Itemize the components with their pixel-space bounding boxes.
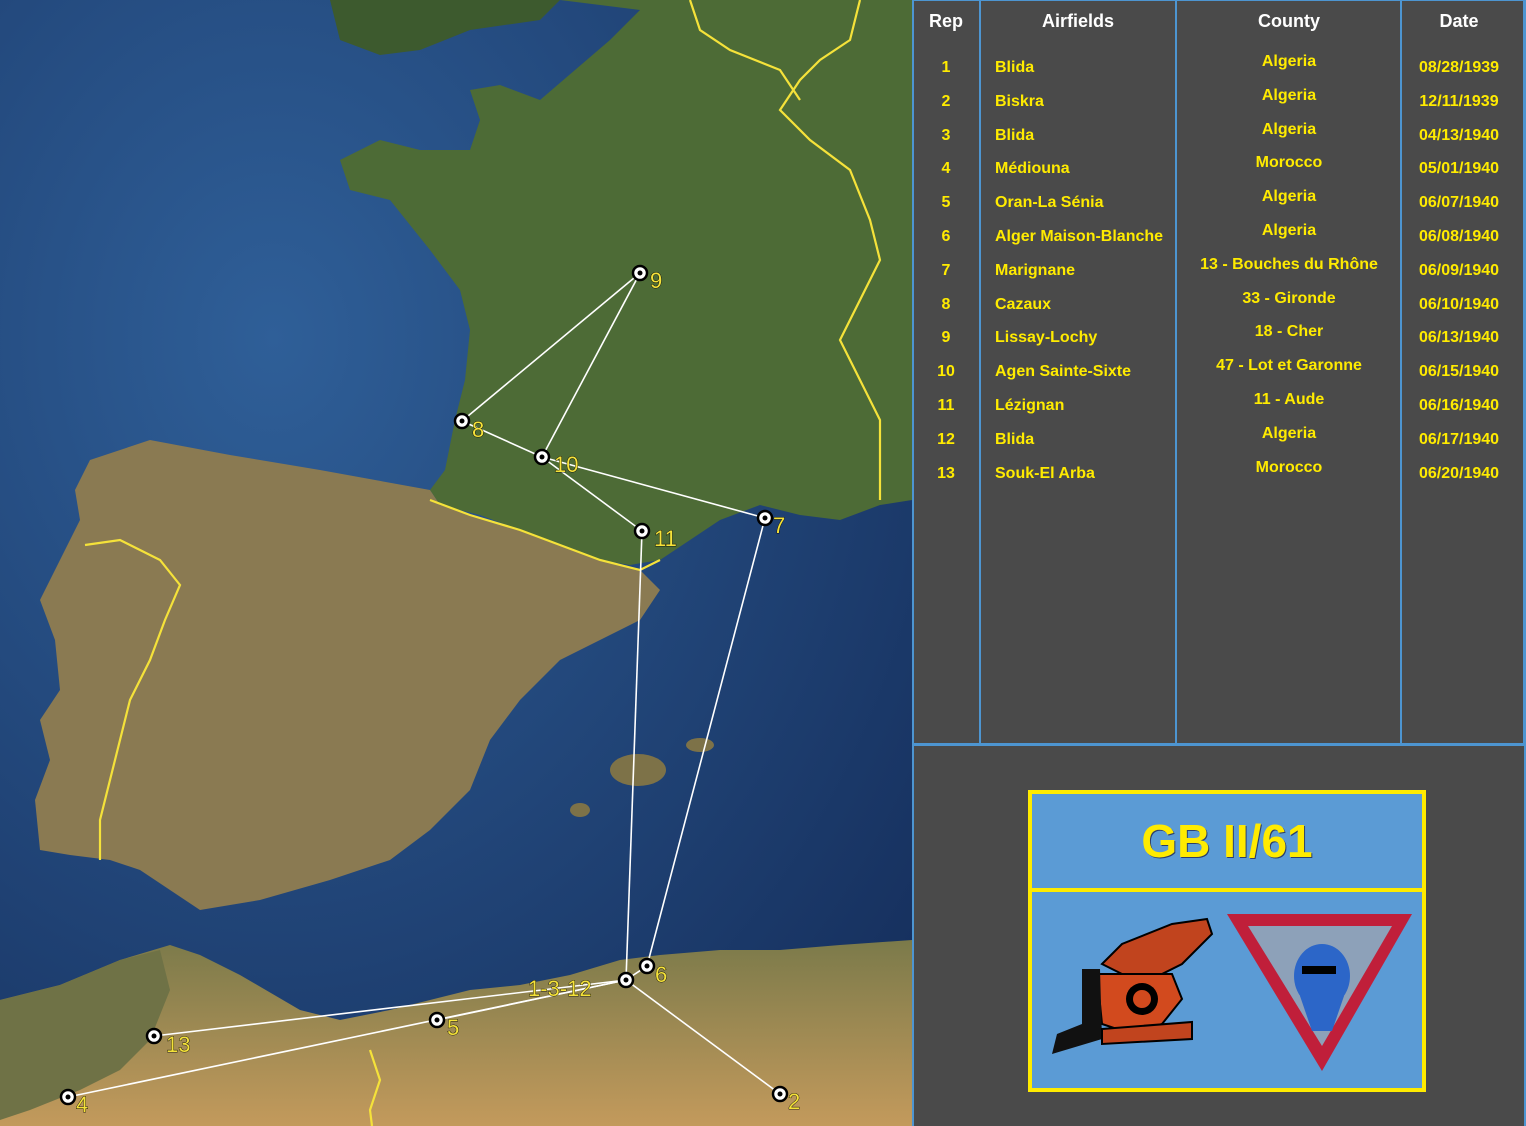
- row-airfield: Lissay-Lochy: [995, 329, 1098, 346]
- row-county: Algeria: [1261, 222, 1317, 239]
- unit-card: GB II/61: [1028, 790, 1426, 1092]
- row-date: 06/13/1940: [1418, 329, 1500, 346]
- row-rep: 11: [937, 397, 955, 414]
- satellite-map[interactable]: 9 8 10 11 7 6 1-3-12 5 13 4 2: [0, 0, 912, 1126]
- info-panel: Rep Airfields County Date 1 Blida Algeria 0…: [912, 0, 1526, 1126]
- unit-title: GB II/61: [1141, 815, 1313, 867]
- row-date: 05/01/1940: [1418, 160, 1500, 177]
- svg-text:8: 8: [472, 417, 484, 442]
- row-county: 13 - Bouches du Rhône: [1200, 256, 1378, 273]
- land-ibiza: [570, 803, 590, 817]
- row-date: 04/13/1940: [1418, 127, 1500, 144]
- row-county: 18 - Cher: [1254, 323, 1324, 340]
- row-county: 33 - Gironde: [1242, 290, 1336, 307]
- row-airfield: Biskra: [995, 93, 1044, 110]
- svg-text:4: 4: [76, 1092, 88, 1117]
- row-date: 12/11/1939: [1419, 93, 1499, 110]
- row-rep: 5: [941, 194, 951, 211]
- row-county: 11 - Aude: [1253, 391, 1325, 408]
- row-airfield: Oran-La Sénia: [995, 194, 1104, 211]
- row-airfield: Cazaux: [995, 296, 1052, 313]
- row-rep: 1: [941, 59, 951, 76]
- panel-border-left: [912, 0, 914, 1126]
- svg-text:2: 2: [788, 1089, 800, 1114]
- row-date: 08/28/1939: [1418, 59, 1500, 76]
- svg-text:6: 6: [655, 962, 667, 987]
- svg-text:13: 13: [166, 1032, 190, 1057]
- row-airfield: Blida: [995, 59, 1035, 76]
- row-airfield: Blida: [995, 127, 1035, 144]
- row-airfield: Agen Sainte-Sixte: [995, 363, 1132, 380]
- row-date: 06/17/1940: [1418, 431, 1500, 448]
- land-menorca: [686, 738, 714, 752]
- row-airfield: Marignane: [995, 262, 1076, 279]
- column-divider: [979, 1, 981, 745]
- row-rep: 4: [941, 160, 951, 177]
- card-divider: [1032, 888, 1422, 892]
- row-county: Algeria: [1261, 188, 1317, 205]
- svg-text:1-3-12: 1-3-12: [528, 976, 592, 1001]
- header-airfields: Airfields: [1041, 11, 1115, 31]
- svg-text:10: 10: [554, 452, 578, 477]
- row-date: 06/08/1940: [1418, 228, 1500, 245]
- row-date: 06/07/1940: [1418, 194, 1500, 211]
- row-airfield: Lézignan: [995, 397, 1065, 414]
- airfield-table: Rep Airfields County Date 1 Blida Algeria 0…: [912, 0, 1524, 745]
- row-rep: 6: [941, 228, 951, 245]
- land-mallorca: [610, 754, 666, 786]
- row-rep: 12: [937, 431, 955, 448]
- row-date: 06/10/1940: [1418, 296, 1500, 313]
- svg-text:5: 5: [447, 1015, 459, 1040]
- svg-text:7: 7: [773, 513, 785, 538]
- squadron-insignia-warrior-icon: [1052, 917, 1214, 1063]
- row-rep: 10: [937, 363, 955, 380]
- panel-divider: [912, 744, 1526, 746]
- row-county: Algeria: [1261, 425, 1317, 442]
- row-airfield: Alger Maison-Blanche: [995, 228, 1164, 245]
- squadron-insignia-triangle-icon: [1227, 914, 1412, 1071]
- row-rep: 8: [941, 296, 951, 313]
- header-county: County: [1258, 11, 1320, 31]
- row-county: Algeria: [1261, 121, 1317, 138]
- row-county: 47 - Lot et Garonne: [1216, 357, 1362, 374]
- row-date: 06/09/1940: [1418, 262, 1500, 279]
- row-airfield: Médiouna: [995, 160, 1070, 177]
- row-airfield: Blida: [995, 431, 1035, 448]
- row-rep: 2: [941, 93, 951, 110]
- svg-text:11: 11: [654, 526, 677, 551]
- row-date: 06/15/1940: [1418, 363, 1500, 380]
- row-rep: 7: [941, 262, 951, 279]
- row-county: Morocco: [1255, 154, 1323, 171]
- header-date: Date: [1439, 11, 1479, 31]
- map-canvas: 9 8 10 11 7 6 1-3-12 5 13 4 2: [0, 0, 912, 1126]
- row-rep: 13: [937, 465, 955, 482]
- row-airfield: Souk-El Arba: [995, 465, 1095, 482]
- row-date: 06/20/1940: [1418, 465, 1500, 482]
- header-rep: Rep: [928, 11, 963, 31]
- row-county: Algeria: [1261, 87, 1317, 104]
- row-rep: 9: [941, 329, 951, 346]
- svg-text:9: 9: [650, 268, 662, 293]
- row-county: Algeria: [1261, 53, 1317, 70]
- row-county: Morocco: [1255, 459, 1323, 476]
- row-rep: 3: [941, 127, 951, 144]
- row-date: 06/16/1940: [1418, 397, 1500, 414]
